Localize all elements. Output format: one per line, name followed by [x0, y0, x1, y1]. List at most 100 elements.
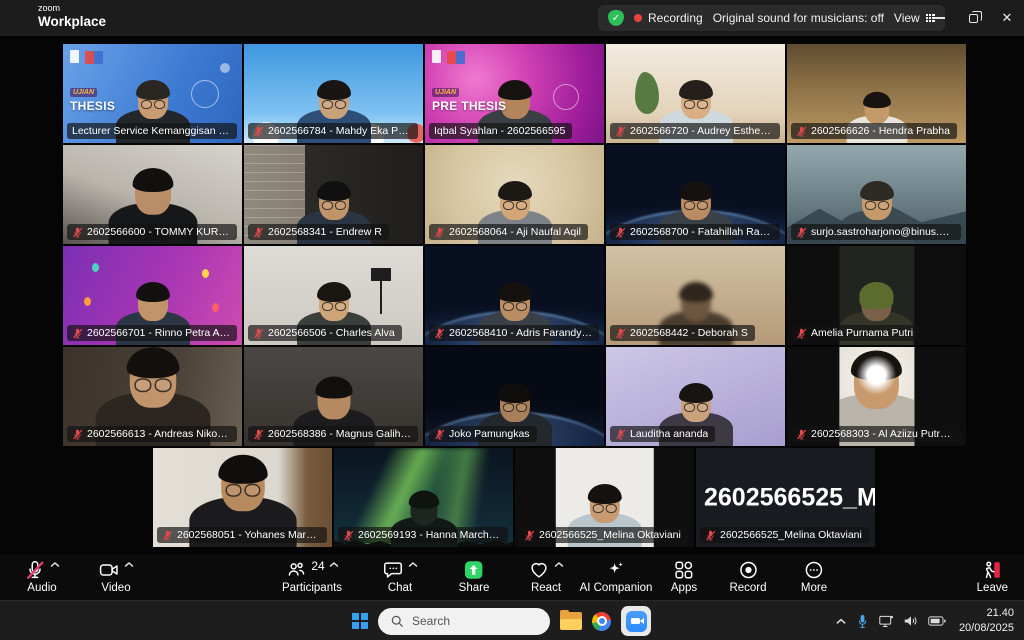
participant-name-label: 2602566701 - Rinno Petra Amzar	[67, 325, 237, 341]
tray-battery-icon[interactable]	[928, 615, 946, 627]
participant-tile[interactable]: UJIANTHESISLecturer Service Kemanggisan …	[63, 44, 242, 143]
participant-tile[interactable]: 2602568442 - Deborah S	[606, 246, 785, 345]
participant-name-label: surjo.sastroharjono@binus.ac.id	[791, 224, 961, 240]
toolbar-more-button[interactable]: More	[801, 558, 827, 594]
toolbar-react-chevron[interactable]	[554, 561, 564, 568]
original-sound-toggle[interactable]: Original sound for musicians: off	[713, 11, 884, 25]
participant-name-label: Iqbal Syahlan - 2602566595	[429, 123, 572, 139]
glasses	[683, 201, 709, 209]
zoom-window: zoom Workplace ✓ Recording Original soun…	[0, 0, 1024, 640]
search-placeholder: Search	[412, 614, 450, 628]
apps-icon	[673, 559, 695, 581]
participant-tile[interactable]: 2602566506 - Charles Alva	[244, 246, 423, 345]
chrome-icon[interactable]	[592, 612, 611, 631]
participant-tile[interactable]: 2602566626 - Hendra Prabha	[787, 44, 966, 143]
participant-tile[interactable]: 2602566720 - Audrey Esther Lita	[606, 44, 785, 143]
participants-count: 24	[311, 559, 324, 573]
taskbar-clock[interactable]: 21.40 20/08/2025	[959, 606, 1014, 636]
ai-companion-icon	[605, 559, 627, 581]
toolbar-react-button[interactable]: React	[528, 558, 564, 594]
participant-tile[interactable]: 2602566701 - Rinno Petra Amzar	[63, 246, 242, 345]
tray-chevron-icon[interactable]	[835, 617, 847, 626]
glasses	[592, 504, 618, 512]
participant-name-label: Joko Pamungkas	[429, 426, 537, 442]
muted-mic-icon	[253, 328, 264, 339]
participant-tile[interactable]: 2602568303 - Al Aziizu Putra H	[787, 347, 966, 446]
windows-start-button[interactable]	[352, 613, 368, 629]
toolbar-video-button[interactable]: Video	[98, 558, 134, 594]
muted-mic-icon	[343, 530, 354, 541]
minimize-button[interactable]	[922, 0, 956, 36]
toolbar-record-button[interactable]: Record	[729, 558, 766, 594]
video-grid: UJIANTHESISLecturer Service Kemanggisan …	[0, 36, 1024, 555]
file-explorer-icon[interactable]	[560, 612, 582, 630]
toolbar-participants-button[interactable]: 24Participants	[282, 558, 342, 594]
participant-name-label: Amelia Purnama Putri	[791, 325, 920, 341]
toolbar-ai-button[interactable]: AI Companion	[580, 558, 653, 594]
participant-tile[interactable]: 2602568386 - Magnus Galih Wijaya	[244, 347, 423, 446]
glasses	[132, 379, 172, 391]
participant-tile[interactable]: 2602568341 - Endrew R	[244, 145, 423, 244]
toolbar-chat-chevron[interactable]	[408, 561, 418, 568]
toolbar-video-chevron[interactable]	[124, 561, 134, 568]
close-icon: ✕	[1002, 10, 1013, 26]
participant-name-label: 2602566525_Melina Oktaviani	[700, 527, 869, 543]
muted-mic-icon	[72, 429, 83, 440]
participant-tile[interactable]: 2602566525_Melina Oktaviani	[515, 448, 694, 547]
restore-button[interactable]	[956, 0, 990, 36]
participant-name-label: 2602568700 - Fatahillah Rachman	[610, 224, 780, 240]
muted-mic-icon	[615, 429, 626, 440]
toolbar-leave-label: Leave	[977, 582, 1008, 594]
tray-network-icon[interactable]	[878, 614, 894, 628]
participant-name-label: 2602566600 - TOMMY KURNIAWAN	[67, 224, 237, 240]
participant-tile[interactable]: 2602568410 - Adris Farandy Rusli	[425, 246, 604, 345]
glasses	[140, 100, 166, 108]
clock-time: 21.40	[959, 606, 1014, 621]
participant-tile[interactable]: Amelia Purnama Putri	[787, 246, 966, 345]
taskbar-search[interactable]: Search	[378, 608, 550, 635]
participant-tile[interactable]: 2602566525_Me...2602566525_Melina Oktavi…	[696, 448, 875, 547]
window-titlebar: zoom Workplace ✓ Recording Original soun…	[0, 0, 1024, 36]
participants-icon	[285, 559, 307, 581]
participant-tile[interactable]: surjo.sastroharjono@binus.ac.id	[787, 145, 966, 244]
participant-tile[interactable]: 2602566600 - TOMMY KURNIAWAN	[63, 145, 242, 244]
toolbar-share-button[interactable]: Share	[459, 558, 490, 594]
participant-tile[interactable]: 2602566784 - Mahdy Eka Putra	[244, 44, 423, 143]
toolbar-video-label: Video	[101, 582, 130, 594]
muted-mic-icon	[705, 530, 716, 541]
toolbar-participants-chevron[interactable]	[329, 561, 339, 568]
toolbar-chat-button[interactable]: Chat	[382, 558, 418, 594]
participant-tile[interactable]: 2602569193 - Hanna Marchela	[334, 448, 513, 547]
muted-mic-icon	[615, 126, 626, 137]
participant-tile[interactable]: 2602568051 - Yohanes Marakub	[153, 448, 332, 547]
tray-volume-icon[interactable]	[903, 614, 919, 628]
muted-mic-icon	[162, 530, 173, 541]
toolbar-audio-chevron[interactable]	[50, 561, 60, 568]
muted-mic-icon	[796, 429, 807, 440]
participant-tile[interactable]: 2602568064 - Aji Naufal Aqil	[425, 145, 604, 244]
toolbar-more-label: More	[801, 582, 827, 594]
participant-tile[interactable]: 2602566613 - Andreas Niko Priyoh...	[63, 347, 242, 446]
toolbar-audio-button[interactable]: Audio	[24, 558, 60, 594]
toolbar-leave-button[interactable]: Leave	[977, 558, 1008, 594]
muted-mic-icon	[615, 328, 626, 339]
muted-mic-icon	[524, 530, 535, 541]
tray-mic-icon[interactable]	[856, 614, 869, 629]
participant-tile[interactable]: UJIANPRE THESISIqbal Syahlan - 260256659…	[425, 44, 604, 143]
muted-mic-icon	[434, 227, 445, 238]
toolbar-ai-label: AI Companion	[580, 582, 653, 594]
camera-icon	[98, 559, 120, 581]
participant-name-label: 2602569193 - Hanna Marchela	[338, 527, 508, 543]
toolbar-apps-button[interactable]: Apps	[671, 558, 697, 594]
toolbar-chat-label: Chat	[388, 582, 412, 594]
brand-workplace: Workplace	[38, 15, 106, 29]
participant-tile[interactable]: Joko Pamungkas	[425, 347, 604, 446]
zoom-app-icon-active[interactable]	[621, 606, 651, 636]
windows-taskbar: Search 21.40 20/08/2025	[0, 600, 1024, 640]
glasses	[502, 201, 528, 209]
participant-name-label: 2602568303 - Al Aziizu Putra H	[791, 426, 961, 442]
participant-tile[interactable]: Lauditha ananda	[606, 347, 785, 446]
close-button[interactable]: ✕	[990, 0, 1024, 36]
security-shield-icon[interactable]: ✓	[608, 10, 624, 26]
participant-tile[interactable]: 2602568700 - Fatahillah Rachman	[606, 145, 785, 244]
